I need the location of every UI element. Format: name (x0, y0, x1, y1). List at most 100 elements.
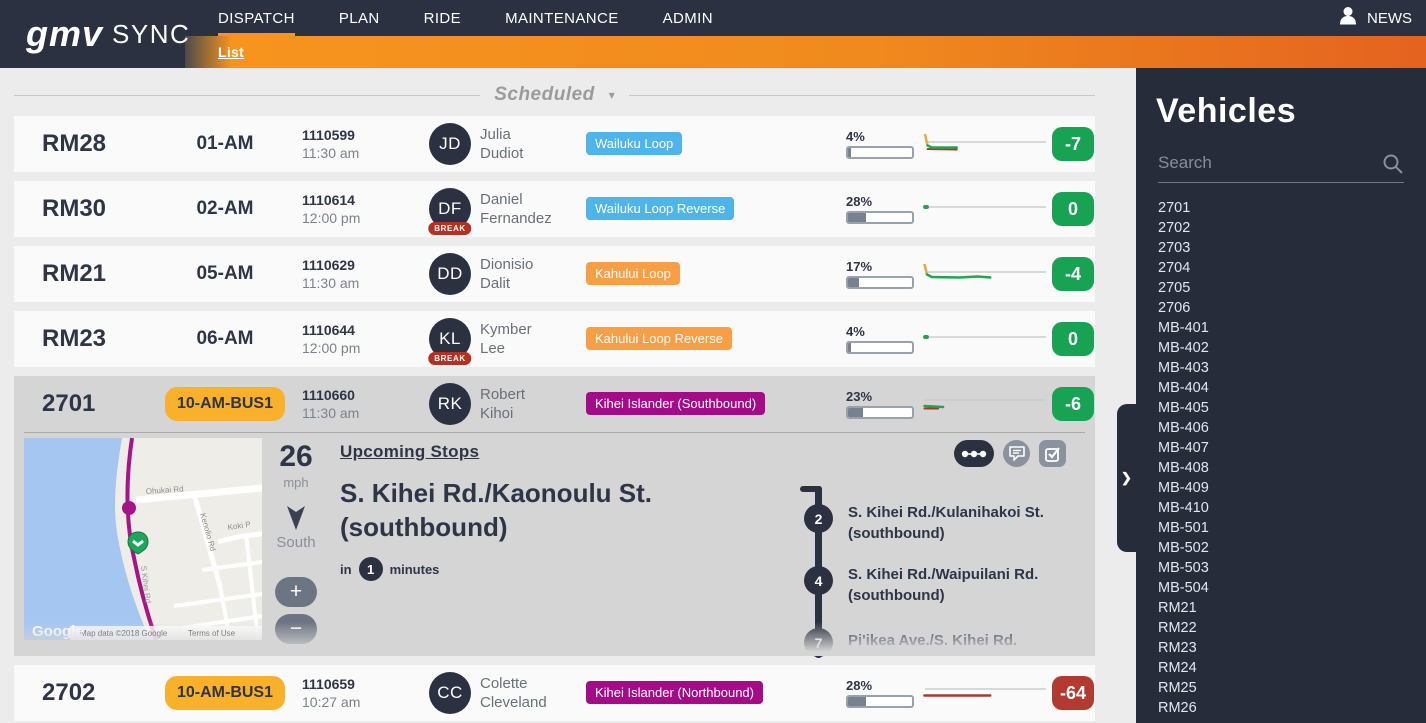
vehicle-list-item[interactable]: MB-504 (1158, 578, 1426, 598)
speed-value: 26 (279, 440, 313, 473)
vehicle-list-item[interactable]: RM21 (1158, 598, 1426, 618)
trip-id: 1110599 (302, 127, 355, 143)
dispatch-row[interactable]: RM30 02-AM 1110614 12:00 pm DF BREAK Dan… (14, 181, 1095, 237)
vehicle-list-item[interactable]: MB-401 (1158, 318, 1426, 338)
gmv-logo: gmv (26, 13, 104, 54)
dispatch-row[interactable]: RM28 01-AM 1110599 11:30 am JD Julia Dud… (14, 116, 1095, 172)
vehicle-list-item[interactable]: RM24 (1158, 658, 1426, 678)
route-badge-wrap: Wailuku Loop Reverse (586, 197, 735, 220)
map-zoom-in-button[interactable]: + (275, 577, 317, 607)
next-stop-name: S. Kihei Rd./Kaonoulu St. (southbound) (340, 478, 652, 542)
driver-last-name: Dudiot (480, 145, 524, 162)
chevron-down-icon[interactable]: ▾ (609, 88, 615, 102)
vehicle-list-item[interactable]: MB-406 (1158, 418, 1426, 438)
vehicle-list-item[interactable]: MB-402 (1158, 338, 1426, 358)
nav-dispatch[interactable]: DISPATCH (218, 0, 295, 36)
schedule-filter: Scheduled ▾ (14, 84, 1096, 106)
trip-progress: 28% (846, 194, 918, 224)
trip-progress: 4% (846, 324, 918, 354)
stop-name: Pi'ikea Ave./S. Kihei Rd. (848, 632, 1018, 649)
expanded-actions (954, 440, 1066, 467)
driver-name: Julia Dudiot (480, 125, 523, 163)
map-zoom-out-button[interactable]: − (275, 614, 317, 644)
route-badge-wrap: Kihei Islander (Southbound) (586, 392, 766, 415)
vehicle-list-item[interactable]: 2706 (1158, 298, 1426, 318)
user-icon (1336, 4, 1360, 32)
route-badge: Wailuku Loop Reverse (586, 197, 735, 220)
vehicle-id: RM30 (42, 195, 107, 222)
map-terms-link[interactable]: Terms of Use (188, 629, 236, 638)
vehicle-list-item[interactable]: RM22 (1158, 618, 1426, 638)
vehicle-list-item[interactable]: 2703 (1158, 238, 1426, 258)
vehicle-list-item[interactable]: RM23 (1158, 638, 1426, 658)
schedule-sparkline (922, 329, 1046, 349)
dispatch-row[interactable]: 2702 10-AM-BUS1 1110659 10:27 am CC Cole… (14, 665, 1095, 721)
vehicle-list-item[interactable]: MB-404 (1158, 378, 1426, 398)
driver-name: Colette Cleveland (480, 674, 547, 712)
route-stops-icon[interactable] (954, 440, 994, 467)
vehicle-search (1158, 153, 1404, 183)
progress-percent: 17% (846, 259, 873, 274)
expanded-row-header[interactable]: 2701 10-AM-BUS1 1110660 11:30 am RK Robe… (14, 376, 1095, 432)
trip-info: 1110660 11:30 am (302, 387, 359, 421)
vehicle-list-item[interactable]: 2705 (1158, 278, 1426, 298)
driver-name: Robert Kihoi (480, 385, 525, 423)
vehicle-list: 2701 2702 2703 2704 2705 2706 MB-401 MB-402 MB-4… (1158, 198, 1426, 718)
vehicle-list-item[interactable]: 2702 (1158, 218, 1426, 238)
nav-admin[interactable]: ADMIN (663, 0, 713, 36)
vehicle-list-item[interactable]: 2704 (1158, 258, 1426, 278)
driver-avatar: RK (429, 383, 471, 425)
speed-panel: 26 mph South + − (264, 440, 328, 644)
vehicle-list-item[interactable]: MB-502 (1158, 538, 1426, 558)
nav-plan[interactable]: PLAN (339, 0, 380, 36)
filter-label[interactable]: Scheduled (494, 84, 595, 106)
vehicle-id: RM28 (42, 130, 107, 157)
vehicle-list-item[interactable]: MB-410 (1158, 498, 1426, 518)
vehicle-list-item[interactable]: MB-407 (1158, 438, 1426, 458)
sidebar-collapse-tab[interactable]: ❯ (1117, 404, 1136, 552)
trip-id: 1110629 (302, 257, 355, 273)
progress-percent: 23% (846, 389, 873, 404)
upcoming-stops-link[interactable]: Upcoming Stops (340, 442, 479, 462)
trip-progress: 28% (846, 678, 918, 708)
trip-info: 1110629 11:30 am (302, 257, 359, 291)
search-icon[interactable] (1382, 153, 1404, 180)
vehicle-list-item[interactable]: 2701 (1158, 198, 1426, 218)
trip-time: 11:30 am (302, 145, 360, 161)
list-tab[interactable]: List (218, 36, 244, 68)
run-label: 02-AM (196, 198, 254, 219)
trip-info: 1110599 11:30 am (302, 127, 359, 161)
vehicle-list-item[interactable]: MB-503 (1158, 558, 1426, 578)
dispatch-row-expanded[interactable]: 2701 10-AM-BUS1 1110660 11:30 am RK Robe… (14, 376, 1095, 658)
driver-last-name: Kihoi (480, 405, 514, 422)
run-label: 06-AM (196, 328, 254, 349)
google-logo: Google (32, 623, 84, 640)
nav-maintenance[interactable]: MAINTENANCE (505, 0, 619, 36)
dispatch-page: gmv SYNC DISPATCH PLAN RIDE MAINTENANCE … (0, 0, 1426, 723)
dispatch-row[interactable]: RM23 06-AM 1110644 12:00 pm KL BREAK Kym… (14, 311, 1095, 367)
checklist-icon[interactable] (1039, 440, 1066, 467)
schedule-sparkline (922, 264, 1046, 284)
vehicle-map[interactable]: Ohukai Rd Kenolio Rd Koki P S Kihei Rd M… (24, 438, 262, 640)
vehicle-list-item[interactable]: MB-405 (1158, 398, 1426, 418)
top-nav-bar (0, 0, 1426, 36)
progress-percent: 28% (846, 678, 873, 693)
driver-first-name: Robert (480, 386, 526, 403)
route-badge-wrap: Kihei Islander (Northbound) (586, 681, 763, 704)
vehicle-id: RM23 (42, 325, 107, 352)
run-badge: 10-AM-BUS1 (164, 387, 285, 421)
trip-progress: 23% (846, 389, 918, 419)
dispatch-list: Scheduled ▾ RM28 01-AM 1110599 11:30 am … (0, 68, 1136, 723)
vehicle-list-item[interactable]: MB-403 (1158, 358, 1426, 378)
news-button[interactable]: NEWS (1336, 0, 1412, 36)
dispatch-row[interactable]: RM21 05-AM 1110629 11:30 am DD Dionisio … (14, 246, 1095, 302)
nav-ride[interactable]: RIDE (424, 0, 461, 36)
vehicle-list-item[interactable]: MB-501 (1158, 518, 1426, 538)
vehicle-list-item[interactable]: RM25 (1158, 678, 1426, 698)
vehicle-list-item[interactable]: RM26 (1158, 698, 1426, 718)
chat-icon[interactable] (1003, 440, 1030, 467)
progress-bar (846, 276, 914, 289)
search-input[interactable] (1158, 153, 1404, 173)
vehicle-list-item[interactable]: MB-408 (1158, 458, 1426, 478)
vehicle-list-item[interactable]: MB-409 (1158, 478, 1426, 498)
